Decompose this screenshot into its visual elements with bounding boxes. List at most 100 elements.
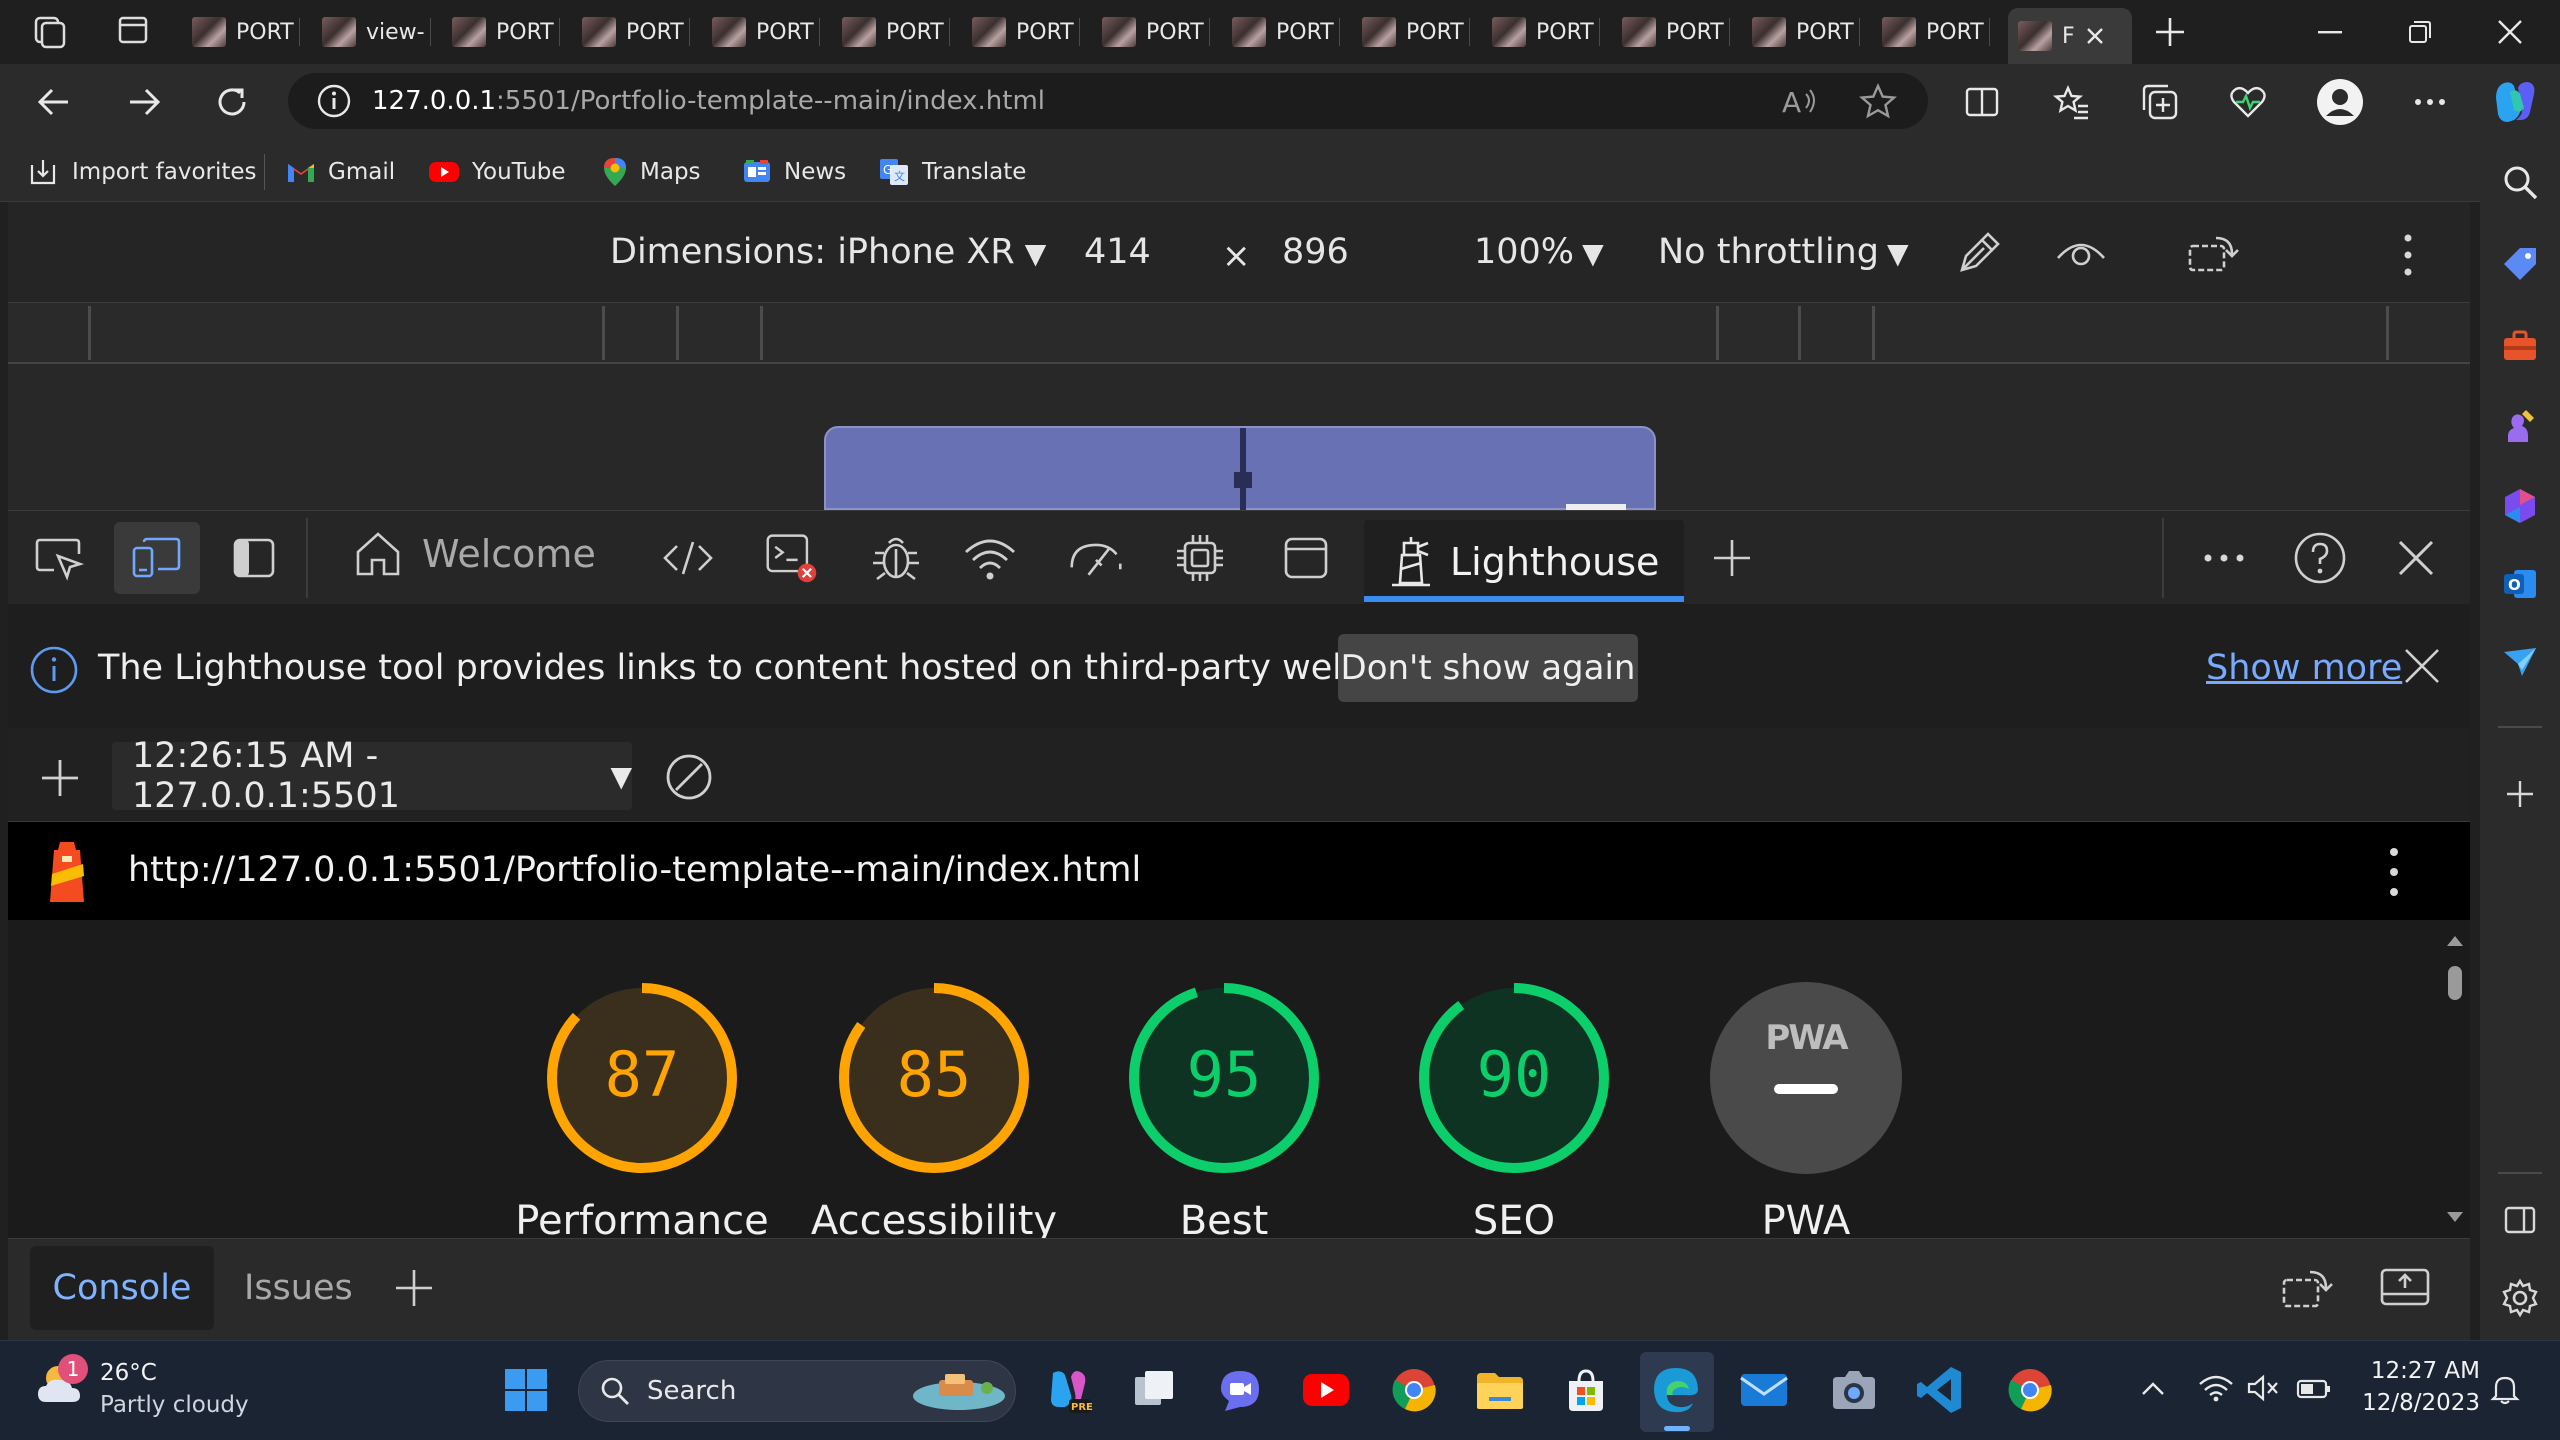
sidebar-add-icon[interactable] — [2494, 768, 2546, 820]
favorite-news[interactable]: News — [742, 152, 846, 192]
throttling-select[interactable]: No throttling ▼ — [1658, 232, 1909, 272]
profile-avatar[interactable] — [2316, 78, 2364, 126]
close-devtools-icon[interactable] — [2388, 530, 2444, 586]
read-aloud-icon[interactable]: A — [1780, 84, 1820, 120]
close-window-button[interactable] — [2470, 0, 2550, 64]
report-scrollbar[interactable] — [2442, 928, 2468, 1236]
favorite-youtube[interactable]: YouTube — [428, 152, 566, 192]
back-icon[interactable] — [34, 82, 74, 122]
drawer-dock-icon[interactable] — [2378, 1264, 2432, 1310]
favorites-icon[interactable] — [2052, 82, 2092, 122]
eyedropper-icon[interactable] — [1954, 226, 2004, 278]
settings-more-icon[interactable] — [2410, 84, 2450, 120]
volume-muted-icon[interactable] — [2246, 1374, 2280, 1402]
close-tab-icon[interactable] — [2085, 26, 2105, 46]
browser-tab[interactable]: view- — [322, 8, 431, 56]
dont-show-again-button[interactable]: Don't show again — [1338, 634, 1638, 702]
customize-more-icon[interactable] — [2196, 530, 2252, 586]
taskbar-taskview-icon[interactable] — [1126, 1362, 1182, 1418]
favorite-translate[interactable]: G文 Translate — [878, 152, 1026, 192]
weather-description[interactable]: Partly cloudy — [100, 1392, 249, 1418]
report-select[interactable]: 12:26:15 AM - 127.0.0.1:5501 ▼ — [112, 736, 632, 816]
sidebar-settings-gear-icon[interactable] — [2494, 1272, 2546, 1324]
clear-reports-icon[interactable] — [664, 752, 714, 802]
browser-tab[interactable]: PORT — [1362, 8, 1470, 56]
notification-bell-icon[interactable] — [2488, 1372, 2522, 1406]
taskbar-youtube-icon[interactable] — [1298, 1362, 1354, 1418]
sources-debug-icon[interactable] — [868, 530, 924, 586]
device-dimensions-select[interactable]: Dimensions: iPhone XR ▼ — [610, 232, 1046, 272]
inspect-element-icon[interactable] — [32, 530, 88, 586]
rotate-device-icon[interactable] — [2186, 232, 2240, 276]
report-menu-icon[interactable] — [2374, 844, 2414, 900]
restore-button[interactable] — [2380, 0, 2460, 64]
taskbar-chrome-icon[interactable] — [1386, 1362, 1442, 1418]
more-tools-plus-icon[interactable] — [1704, 530, 1760, 586]
help-icon[interactable] — [2292, 530, 2348, 586]
sidebar-microsoft365-icon[interactable] — [2494, 480, 2546, 532]
address-bar[interactable]: 127.0.0.1:5501/Portfolio-template--main/… — [288, 73, 1928, 129]
drawer-tab-issues[interactable]: Issues — [244, 1268, 353, 1308]
copilot-icon[interactable] — [2490, 78, 2540, 126]
sidebar-drop-icon[interactable] — [2494, 636, 2546, 688]
zoom-select[interactable]: 100% ▼ — [1474, 232, 1604, 272]
weather-temperature[interactable]: 26°C — [100, 1360, 157, 1386]
sidebar-hide-icon[interactable] — [2494, 1194, 2546, 1246]
import-favorites-link[interactable]: Import favorites — [26, 152, 257, 192]
vision-deficiency-icon[interactable] — [2054, 232, 2108, 272]
gauge-best-practices[interactable]: 95 — [1124, 978, 1324, 1178]
workspaces-icon[interactable] — [30, 14, 70, 50]
show-more-link[interactable]: Show more — [2206, 648, 2402, 688]
browser-tab[interactable]: PORT — [842, 8, 950, 56]
memory-chip-icon[interactable] — [1172, 530, 1228, 586]
browser-tab[interactable]: PORT — [1102, 8, 1210, 56]
emulated-page-preview[interactable] — [824, 426, 1656, 512]
browser-tab[interactable]: PORT — [452, 8, 560, 56]
sidebar-shopping-icon[interactable] — [2494, 238, 2546, 290]
dock-side-icon[interactable] — [226, 530, 282, 586]
clock-time[interactable]: 12:27 AM — [2360, 1358, 2480, 1384]
favorite-maps[interactable]: Maps — [602, 152, 701, 192]
taskbar-vscode-icon[interactable] — [1912, 1362, 1968, 1418]
taskbar-camera-icon[interactable] — [1826, 1362, 1882, 1418]
start-button-icon[interactable] — [498, 1362, 554, 1418]
taskbar-store-icon[interactable] — [1558, 1362, 1614, 1418]
browser-tab-active[interactable]: F — [2008, 8, 2132, 64]
drawer-add-tab-icon[interactable] — [392, 1266, 436, 1310]
tab-actions-icon[interactable] — [118, 16, 150, 46]
show-hidden-icons-chevron-icon[interactable] — [2140, 1378, 2166, 1398]
taskbar-search[interactable]: Search — [578, 1360, 1016, 1422]
browser-essentials-icon[interactable] — [2228, 82, 2268, 122]
gauge-accessibility[interactable]: 85 — [834, 978, 1034, 1178]
sidebar-tools-icon[interactable] — [2494, 320, 2546, 372]
clock-date[interactable]: 12/8/2023 — [2340, 1390, 2480, 1416]
browser-tab[interactable]: PORT — [1882, 8, 1990, 56]
battery-icon[interactable] — [2296, 1378, 2332, 1400]
new-tab-button[interactable] — [2152, 14, 2188, 50]
drawer-rotate-icon[interactable] — [2280, 1264, 2334, 1312]
taskbar-teams-chat-icon[interactable] — [1212, 1362, 1268, 1418]
device-height-input[interactable]: 896 — [1282, 232, 1349, 272]
gauge-pwa[interactable]: PWA — [1706, 978, 1906, 1178]
dismiss-info-icon[interactable] — [2402, 646, 2442, 686]
favorite-star-icon[interactable] — [1858, 82, 1898, 122]
taskbar-chrome-profile-icon[interactable] — [2002, 1362, 2058, 1418]
refresh-icon[interactable] — [212, 82, 252, 122]
performance-gauge-icon[interactable] — [1068, 530, 1124, 586]
more-options-icon[interactable] — [2390, 230, 2426, 280]
browser-tab[interactable]: PORT — [712, 8, 820, 56]
tab-welcome[interactable]: Welcome — [352, 528, 596, 580]
split-screen-icon[interactable] — [1964, 84, 2000, 120]
media-query-ruler[interactable] — [8, 302, 2470, 364]
sidebar-outlook-icon[interactable]: O — [2494, 558, 2546, 610]
browser-tab[interactable]: PORT — [582, 8, 690, 56]
taskbar-mail-icon[interactable] — [1736, 1362, 1792, 1418]
application-window-icon[interactable] — [1278, 530, 1334, 586]
browser-tab[interactable]: PORT — [1232, 8, 1340, 56]
device-width-input[interactable]: 414 — [1084, 232, 1151, 272]
gauge-seo[interactable]: 90 — [1414, 978, 1614, 1178]
taskbar-copilot-icon[interactable]: PRE — [1040, 1362, 1096, 1418]
forward-icon[interactable] — [124, 82, 164, 122]
browser-tab[interactable]: PORT — [192, 8, 300, 56]
browser-tab[interactable]: PORT — [1752, 8, 1860, 56]
